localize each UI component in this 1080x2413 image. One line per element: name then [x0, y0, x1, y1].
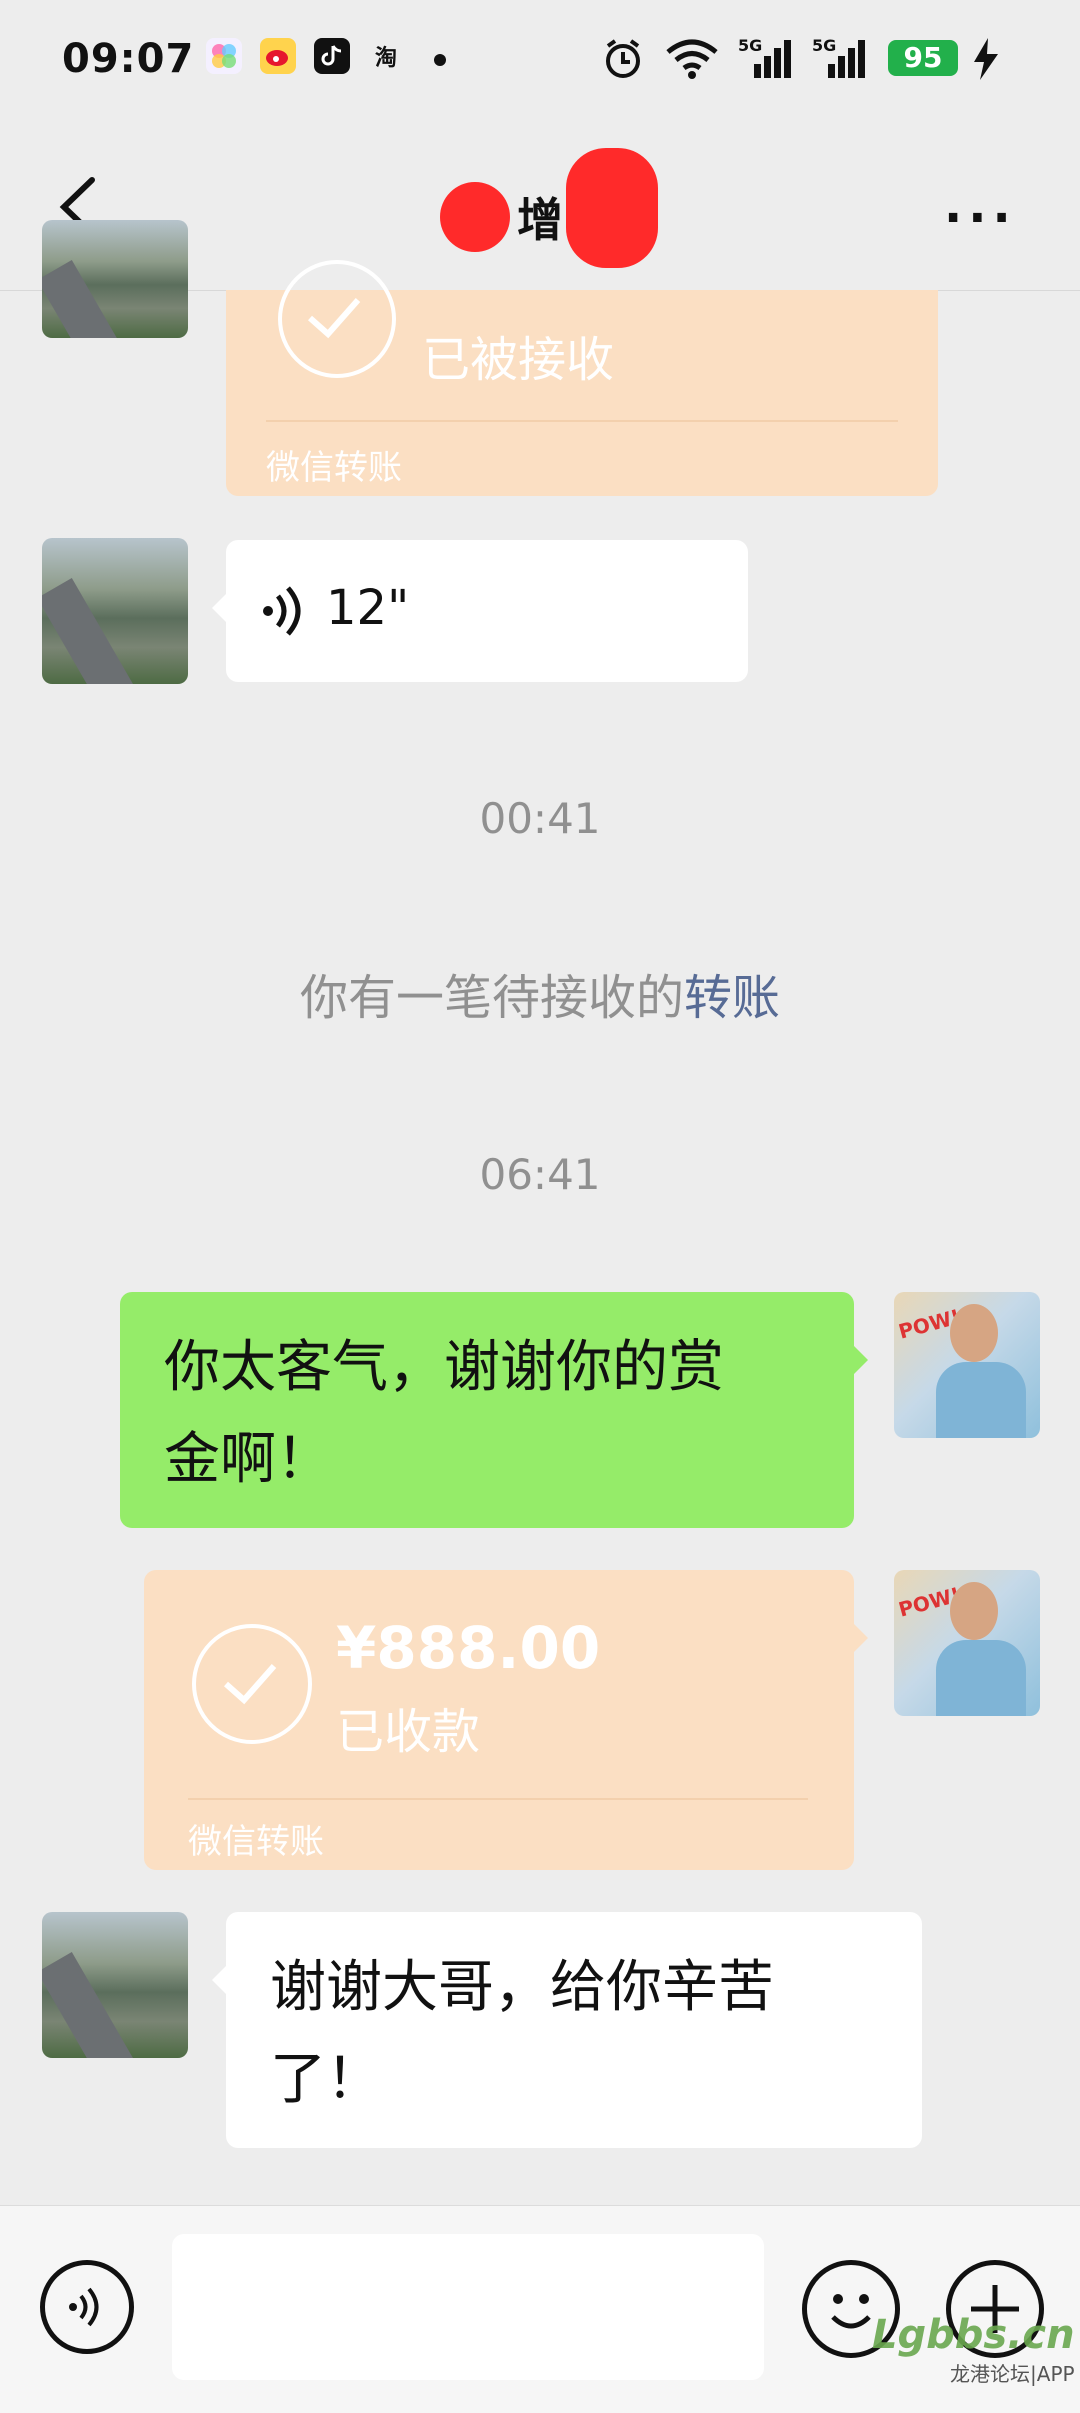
received-text-bubble[interactable]: 谢谢大哥，给你辛苦 了！: [212, 1912, 922, 2148]
weibo-icon: [260, 38, 296, 74]
transfer-divider: [188, 1798, 808, 1800]
taobao-icon: 淘: [374, 46, 397, 71]
voice-message-bubble[interactable]: 12": [212, 540, 748, 682]
transfer-status: 已被接收: [422, 332, 615, 388]
tiktok-icon: [314, 38, 350, 74]
contact-avatar[interactable]: [42, 538, 188, 684]
my-avatar[interactable]: POW!: [894, 1570, 1040, 1716]
sent-text-bubble[interactable]: 你太客气，谢谢你的赏 金啊！: [120, 1292, 868, 1528]
message-input[interactable]: [172, 2234, 764, 2380]
transfer-bubble-sent[interactable]: ¥888.00 已收款 微信转账: [144, 1570, 868, 1870]
wifi-icon: [664, 38, 720, 84]
transfer-divider: [266, 420, 898, 422]
contact-avatar[interactable]: [42, 1912, 188, 2058]
voice-input-button[interactable]: [40, 2260, 134, 2354]
signal-icon-1: 5G: [738, 36, 791, 78]
timestamp: 06:41: [479, 1150, 601, 1199]
timestamp: 00:41: [479, 794, 601, 843]
redaction-mark-right: [566, 148, 658, 268]
battery-indicator: 95: [888, 40, 958, 76]
check-circle-icon: [278, 260, 396, 378]
voice-wave-icon: [260, 584, 308, 642]
transfer-link[interactable]: 转账: [684, 970, 780, 1026]
more-options-button[interactable]: ···: [944, 190, 1017, 246]
voice-wave-icon: [69, 2287, 99, 2327]
transfer-label: 微信转账: [266, 448, 402, 488]
status-time: 09:07: [62, 36, 195, 82]
transfer-amount: ¥888.00: [336, 1614, 601, 1682]
alarm-icon: [600, 36, 646, 86]
photos-icon: [206, 38, 242, 74]
charging-icon: [972, 38, 1000, 84]
my-avatar[interactable]: POW!: [894, 1292, 1040, 1438]
signal-icon-2: 5G: [812, 36, 865, 78]
notification-dot: [434, 54, 446, 66]
contact-avatar[interactable]: [42, 220, 188, 338]
transfer-label: 微信转账: [188, 1822, 324, 1862]
pending-transfer-notice: 你有一笔待接收的转账: [299, 970, 781, 1026]
transfer-status: 已收款: [336, 1704, 481, 1760]
check-circle-icon: [192, 1624, 312, 1744]
message-text: 谢谢大哥，给你辛苦 了！: [270, 1955, 774, 2112]
voice-duration: 12": [326, 580, 410, 636]
redaction-mark-left: [440, 182, 510, 252]
forum-watermark-logo: Lgbbs.cn 龙港论坛|APP: [872, 2312, 1075, 2386]
transfer-bubble-received[interactable]: 已被接收 微信转账: [226, 260, 938, 496]
message-text: 你太客气，谢谢你的赏 金啊！: [164, 1335, 724, 1492]
